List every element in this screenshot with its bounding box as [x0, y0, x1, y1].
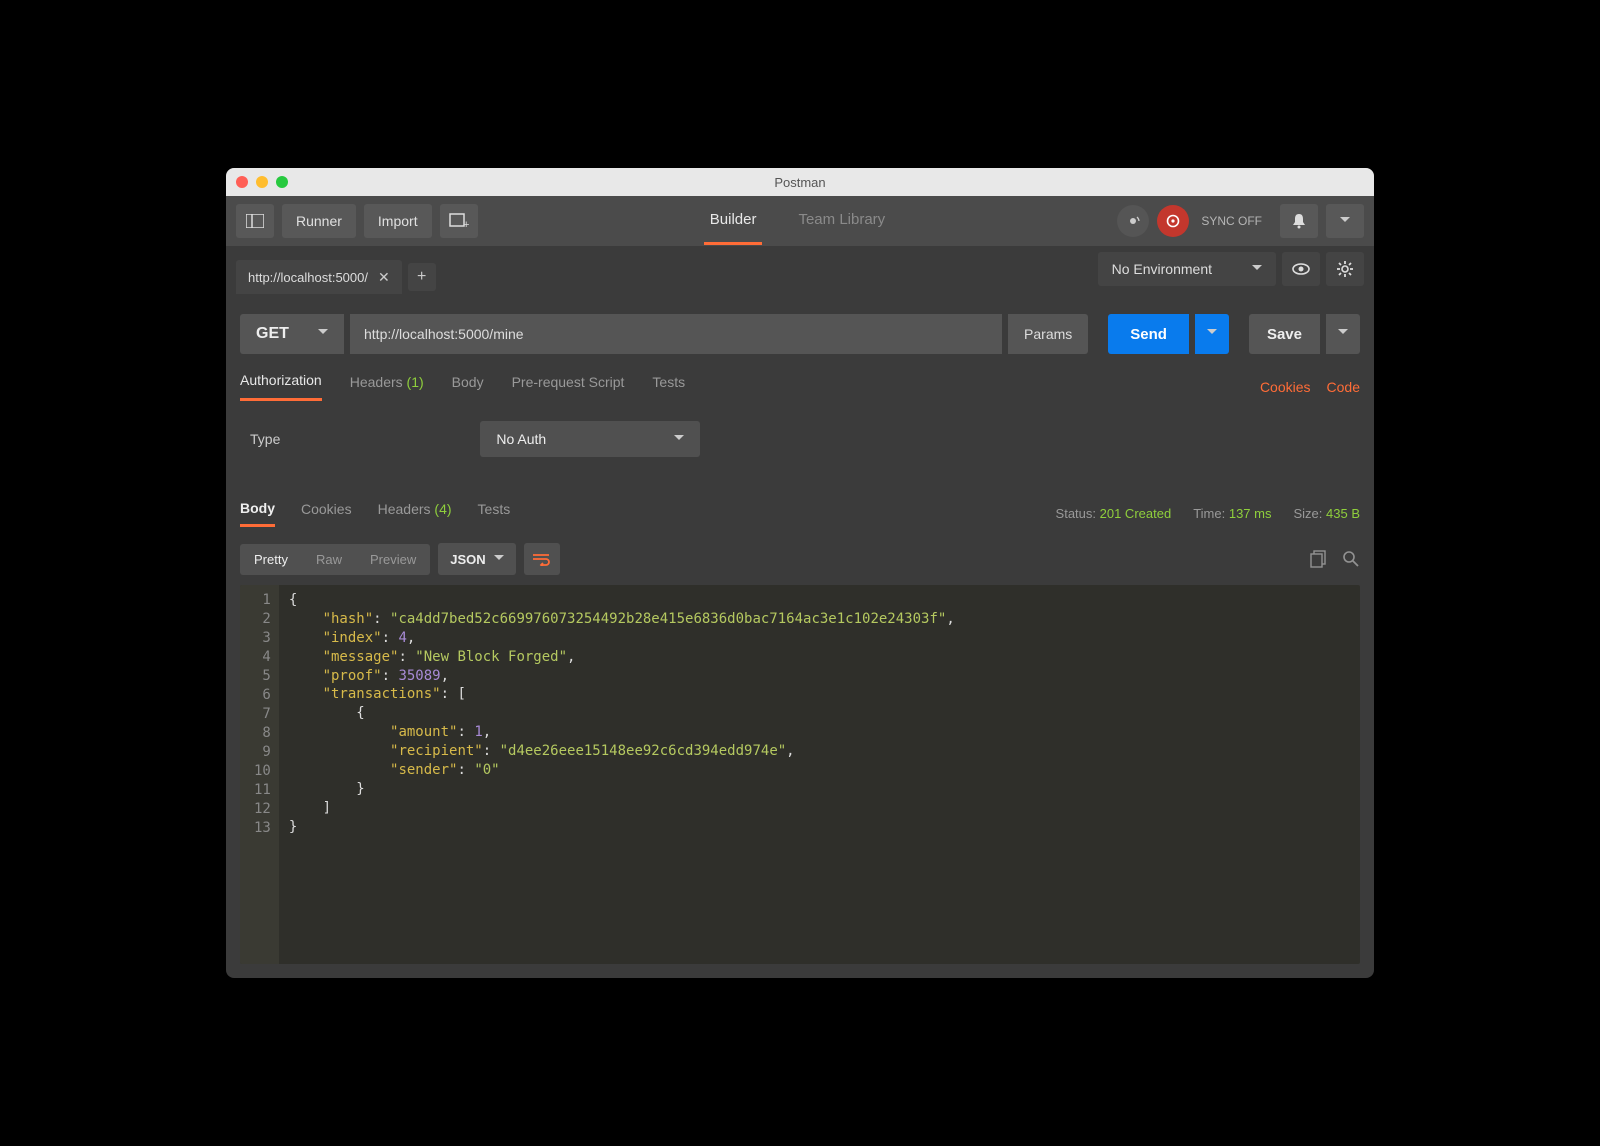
code-link[interactable]: Code — [1327, 379, 1360, 395]
response-tabs: Body Cookies Headers (4) Tests Status: 2… — [226, 493, 1374, 533]
view-raw[interactable]: Raw — [302, 544, 356, 575]
bell-icon — [1292, 213, 1306, 229]
close-tab-button[interactable]: ✕ — [378, 269, 390, 286]
capture-button[interactable] — [1117, 205, 1149, 237]
environment-select[interactable]: No Environment — [1098, 252, 1276, 286]
window-title: Postman — [226, 175, 1374, 190]
sync-button[interactable] — [1157, 205, 1189, 237]
params-button[interactable]: Params — [1008, 314, 1088, 354]
save-button[interactable]: Save — [1249, 314, 1320, 354]
notifications-button[interactable] — [1280, 204, 1318, 238]
request-tab-label: http://localhost:5000/ — [248, 270, 368, 285]
request-tabs-bar: http://localhost:5000/ ✕ + No Environmen… — [226, 246, 1374, 294]
cookies-link[interactable]: Cookies — [1260, 379, 1311, 395]
chevron-down-icon — [1252, 261, 1262, 278]
response-body-viewer[interactable]: 12345678910111213 { "hash": "ca4dd7bed52… — [240, 585, 1360, 964]
req-tab-body[interactable]: Body — [452, 374, 484, 400]
chevron-down-icon — [494, 551, 504, 568]
req-tab-prerequest[interactable]: Pre-request Script — [512, 374, 625, 400]
resp-tab-tests[interactable]: Tests — [478, 501, 511, 525]
response-view-options: Pretty Raw Preview JSON — [226, 533, 1374, 585]
auth-type-label: Type — [250, 431, 280, 447]
sync-label: SYNC OFF — [1201, 214, 1262, 228]
environment-quicklook-button[interactable] — [1282, 252, 1320, 286]
req-tab-headers[interactable]: Headers (1) — [350, 374, 424, 400]
chevron-down-icon — [1338, 325, 1348, 344]
line-gutter: 12345678910111213 — [240, 585, 279, 964]
response-code: { "hash": "ca4dd7bed52c669976073254492b2… — [279, 585, 965, 964]
request-builder: GET Params Send Save Authorization Heade… — [226, 294, 1374, 401]
chevron-down-icon — [674, 431, 684, 448]
tab-team-library[interactable]: Team Library — [792, 197, 891, 245]
request-tab[interactable]: http://localhost:5000/ ✕ — [236, 260, 402, 294]
chevron-down-icon — [1207, 325, 1217, 344]
chevron-down-icon — [318, 325, 328, 344]
copy-icon[interactable] — [1310, 550, 1328, 568]
new-tab-button[interactable]: + — [440, 204, 478, 238]
time-block: Time: 137 ms — [1193, 506, 1271, 521]
format-select[interactable]: JSON — [438, 543, 515, 575]
send-dropdown-button[interactable] — [1195, 314, 1229, 354]
sidebar-icon — [246, 214, 264, 228]
req-tab-authorization[interactable]: Authorization — [240, 372, 322, 401]
gear-icon — [1336, 260, 1354, 278]
resp-tab-cookies[interactable]: Cookies — [301, 501, 352, 525]
wrap-lines-button[interactable] — [524, 543, 560, 575]
save-dropdown-button[interactable] — [1326, 314, 1360, 354]
send-button[interactable]: Send — [1108, 314, 1189, 354]
environment-label: No Environment — [1112, 261, 1212, 277]
req-tab-tests[interactable]: Tests — [652, 374, 685, 400]
chevron-down-icon — [1340, 213, 1350, 230]
auth-type-select[interactable]: No Auth — [480, 421, 700, 457]
headers-count: (1) — [407, 374, 424, 390]
resp-tab-headers[interactable]: Headers (4) — [378, 501, 452, 525]
authorization-panel: Type No Auth — [226, 401, 1374, 483]
status-block: Status: 201 Created — [1056, 506, 1172, 521]
settings-button[interactable] — [1326, 252, 1364, 286]
toggle-sidebar-button[interactable] — [236, 204, 274, 238]
main-toolbar: Runner Import + Builder Team Library SYN… — [226, 196, 1374, 246]
eye-icon — [1291, 262, 1311, 276]
satellite-icon — [1125, 213, 1141, 229]
resp-headers-count: (4) — [434, 501, 451, 517]
app-window: Postman Runner Import + Builder Team Lib… — [226, 168, 1374, 978]
size-block: Size: 435 B — [1293, 506, 1360, 521]
import-button[interactable]: Import — [364, 204, 432, 238]
new-tab-icon: + — [449, 213, 469, 229]
http-method-label: GET — [256, 325, 289, 343]
runner-button[interactable]: Runner — [282, 204, 356, 238]
titlebar: Postman — [226, 168, 1374, 196]
http-method-select[interactable]: GET — [240, 314, 344, 354]
tab-builder[interactable]: Builder — [704, 197, 763, 245]
view-preview[interactable]: Preview — [356, 544, 430, 575]
url-input[interactable] — [350, 314, 1002, 354]
add-tab-button[interactable]: + — [408, 263, 436, 291]
toolbar-menu-button[interactable] — [1326, 204, 1364, 238]
svg-text:+: + — [463, 219, 469, 229]
resp-tab-body[interactable]: Body — [240, 500, 275, 527]
view-pretty[interactable]: Pretty — [240, 544, 302, 575]
search-icon[interactable] — [1342, 550, 1360, 568]
wrap-icon — [532, 552, 552, 566]
sync-icon — [1165, 213, 1181, 229]
